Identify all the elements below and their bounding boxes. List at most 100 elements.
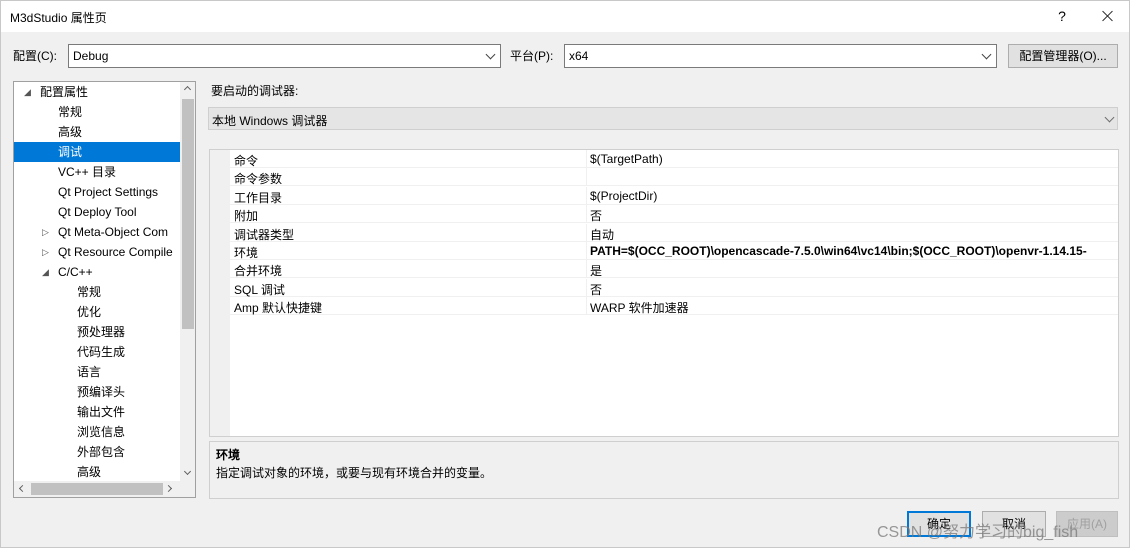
debugger-select[interactable]: 本地 Windows 调试器	[208, 107, 1118, 130]
tree-item-label: 常规	[77, 285, 102, 299]
title-bar: M3dStudio 属性页 ?	[1, 1, 1129, 32]
close-icon[interactable]	[1095, 4, 1121, 28]
property-row[interactable]: 命令参数	[230, 168, 1118, 187]
property-name: 命令	[234, 154, 259, 168]
tree-horizontal-scrollbar[interactable]	[14, 481, 195, 497]
tree-item-label: 外部包含	[77, 445, 126, 459]
tree-item[interactable]: 输出文件	[14, 402, 180, 422]
tree-item[interactable]: 浏览信息	[14, 422, 180, 442]
help-button[interactable]: ?	[1049, 4, 1075, 28]
tree-item-label: VC++ 目录	[58, 165, 117, 179]
property-name: 调试器类型	[234, 227, 295, 242]
tree-item-label: 常规	[58, 105, 83, 119]
config-select[interactable]: Debug	[68, 44, 501, 68]
tree-item[interactable]: VC++ 目录	[14, 162, 180, 182]
property-row[interactable]: 调试器类型 自动	[230, 223, 1118, 243]
property-row[interactable]: SQL 调试 否	[230, 278, 1118, 298]
tree-item-label: 配置属性	[40, 85, 89, 99]
scroll-thumb[interactable]	[31, 483, 163, 495]
tree-item[interactable]: ▷ Qt Resource Compile	[14, 242, 180, 262]
tree-item-label: Qt Project Settings	[58, 185, 159, 199]
property-value[interactable]: $(ProjectDir)	[590, 189, 657, 203]
property-tree: ◢ 配置属性 常规 高级 调试 VC++ 目录 Qt Project Settings Qt …	[13, 81, 196, 498]
tree-item-label: 浏览信息	[77, 425, 126, 439]
scroll-down-icon[interactable]	[183, 467, 192, 476]
column-divider	[586, 150, 587, 168]
property-row[interactable]: 环境 PATH=$(OCC_ROOT)\opencascade-7.5.0\win…	[230, 242, 1118, 260]
chevron-down-icon	[981, 49, 992, 60]
property-value[interactable]: $(TargetPath)	[590, 152, 663, 166]
scroll-right-icon[interactable]	[164, 484, 173, 493]
tree-item-label: C/C++	[58, 265, 93, 279]
property-value[interactable]: WARP 软件加速器	[590, 299, 689, 316]
property-row[interactable]: 命令 $(TargetPath)	[230, 150, 1118, 168]
expand-arrow-icon[interactable]: ▷	[42, 222, 52, 242]
property-value[interactable]: 是	[590, 262, 602, 279]
tree-item-label: 预处理器	[77, 325, 126, 339]
tree-item-label: 语言	[77, 365, 102, 379]
property-row[interactable]: 工作目录 $(ProjectDir)	[230, 186, 1118, 205]
tree-item[interactable]: 调试	[14, 142, 180, 162]
tree-item[interactable]: 代码生成	[14, 342, 180, 362]
property-value[interactable]: PATH=$(OCC_ROOT)\opencascade-7.5.0\win64…	[590, 244, 1087, 258]
chevron-down-icon	[1104, 112, 1115, 123]
tree-item[interactable]: 预处理器	[14, 322, 180, 342]
tree-item-label: 代码生成	[77, 345, 126, 359]
debugger-value: 本地 Windows 调试器	[212, 114, 328, 128]
tree-item[interactable]: 外部包含	[14, 442, 180, 462]
tree-item[interactable]: Qt Project Settings	[14, 182, 180, 202]
tree-item-label: Qt Resource Compile	[58, 245, 173, 259]
property-row[interactable]: Amp 默认快捷键 WARP 软件加速器	[230, 297, 1118, 316]
property-grid: 命令 $(TargetPath) 命令参数 工作目录 $(ProjectDir) 附加否调…	[209, 149, 1119, 437]
config-label: 配置(C):	[13, 49, 57, 63]
tree-item[interactable]: 常规	[14, 282, 180, 302]
scroll-thumb[interactable]	[182, 99, 194, 329]
property-value[interactable]: 自动	[590, 226, 614, 243]
watermark: CSDN @努力学习的big_fish	[877, 524, 1079, 541]
platform-select[interactable]: x64	[564, 44, 997, 68]
column-divider	[586, 297, 587, 316]
tree-item[interactable]: 预编译头	[14, 382, 180, 402]
property-row[interactable]: 附加 否	[230, 205, 1118, 224]
platform-value: x64	[569, 49, 589, 63]
property-name: 工作目录	[234, 190, 283, 205]
column-divider	[586, 186, 587, 205]
property-row[interactable]: 合并环境 是	[230, 260, 1118, 279]
tree-item[interactable]: 常规	[14, 102, 180, 122]
collapse-arrow-icon[interactable]: ◢	[42, 262, 52, 282]
expand-arrow-icon[interactable]: ▷	[42, 242, 52, 262]
tree-item-label: 预编译头	[77, 385, 126, 399]
tree-item[interactable]: ▷ Qt Meta-Object Com	[14, 222, 180, 242]
tree-item[interactable]: Qt Deploy Tool	[14, 202, 180, 222]
scroll-left-icon[interactable]	[18, 484, 27, 493]
description-panel: 环境 指定调试对象的环境，或要与现有环境合并的变量。	[209, 441, 1119, 499]
tree-item-label: 输出文件	[77, 405, 126, 419]
tree-item-label: Qt Deploy Tool	[58, 205, 137, 219]
config-manager-button[interactable]: 配置管理器(O)...	[1008, 44, 1118, 68]
property-name: SQL 调试	[234, 282, 285, 297]
tree-item-label: 优化	[77, 305, 102, 319]
tree-item-label: 调试	[58, 145, 83, 159]
tree-item[interactable]: 优化	[14, 302, 180, 322]
tree-item[interactable]: 高级	[14, 122, 180, 142]
property-name: 命令参数	[234, 172, 283, 187]
property-value[interactable]: 否	[590, 207, 602, 224]
column-divider	[586, 242, 587, 260]
tree-item-label: Qt Meta-Object Com	[58, 225, 169, 239]
collapse-arrow-icon[interactable]: ◢	[24, 82, 34, 102]
tree-item[interactable]: ◢ 配置属性	[14, 82, 180, 102]
scroll-up-icon[interactable]	[183, 85, 192, 94]
tree-item[interactable]: 语言	[14, 362, 180, 382]
tree-item[interactable]: 高级	[14, 462, 180, 482]
column-divider	[586, 260, 587, 279]
property-name: 环境	[234, 246, 259, 260]
tree-item[interactable]: ◢ C/C++	[14, 262, 180, 282]
chevron-down-icon	[485, 49, 496, 60]
property-name: 合并环境	[234, 264, 283, 279]
grid-gutter	[210, 150, 230, 436]
column-divider	[586, 168, 587, 187]
window-title: M3dStudio 属性页	[10, 11, 107, 25]
description-title: 环境	[216, 448, 241, 462]
property-value[interactable]: 否	[590, 281, 602, 298]
tree-vertical-scrollbar[interactable]	[180, 82, 195, 482]
